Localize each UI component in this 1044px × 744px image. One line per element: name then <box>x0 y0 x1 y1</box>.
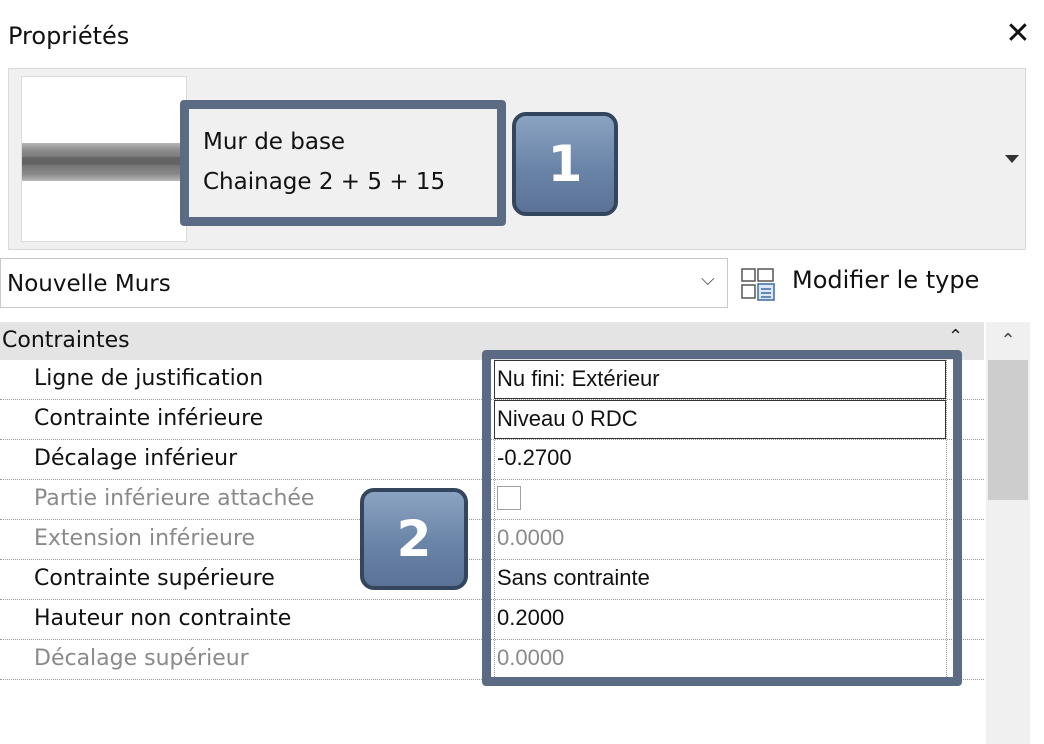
callout-badge-2: 2 <box>360 488 468 590</box>
callout-frame-1 <box>180 100 506 226</box>
callout-frame-2 <box>482 350 962 686</box>
instance-filter-row: Nouvelle Murs ⌵ Modifier le type <box>0 258 1044 308</box>
collapse-group-icon[interactable]: ⌃ <box>948 326 963 347</box>
property-name: Hauteur non contrainte <box>34 606 292 631</box>
wall-preview-swatch <box>22 143 186 181</box>
property-name: Décalage supérieur <box>34 646 249 671</box>
scroll-up-icon[interactable]: ⌃ <box>986 322 1030 360</box>
property-name: Décalage inférieur <box>34 446 238 471</box>
group-label: Contraintes <box>2 328 130 353</box>
chevron-down-icon: ⌵ <box>701 269 715 290</box>
vertical-scrollbar[interactable]: ⌃ <box>986 322 1030 744</box>
property-name: Ligne de justification <box>34 366 264 391</box>
close-icon[interactable]: ✕ <box>1000 14 1036 54</box>
callout-badge-1: 1 <box>512 112 618 216</box>
instance-filter-value: Nouvelle Murs <box>7 271 171 297</box>
palette-title: Propriétés <box>8 22 130 50</box>
properties-palette: Propriétés ✕ Mur de base Chainage 2 + 5 … <box>0 0 1044 744</box>
edit-type-button[interactable]: Modifier le type <box>738 258 1044 308</box>
type-dropdown-arrow-icon[interactable] <box>1005 155 1019 163</box>
type-preview-image <box>21 76 187 242</box>
edit-type-icon <box>741 268 775 301</box>
palette-title-bar: Propriétés ✕ <box>0 0 1044 68</box>
scrollbar-thumb[interactable] <box>988 360 1028 500</box>
instance-filter-dropdown[interactable]: Nouvelle Murs ⌵ <box>0 258 728 308</box>
edit-type-label: Modifier le type <box>792 266 980 294</box>
property-name: Contrainte inférieure <box>34 406 264 431</box>
